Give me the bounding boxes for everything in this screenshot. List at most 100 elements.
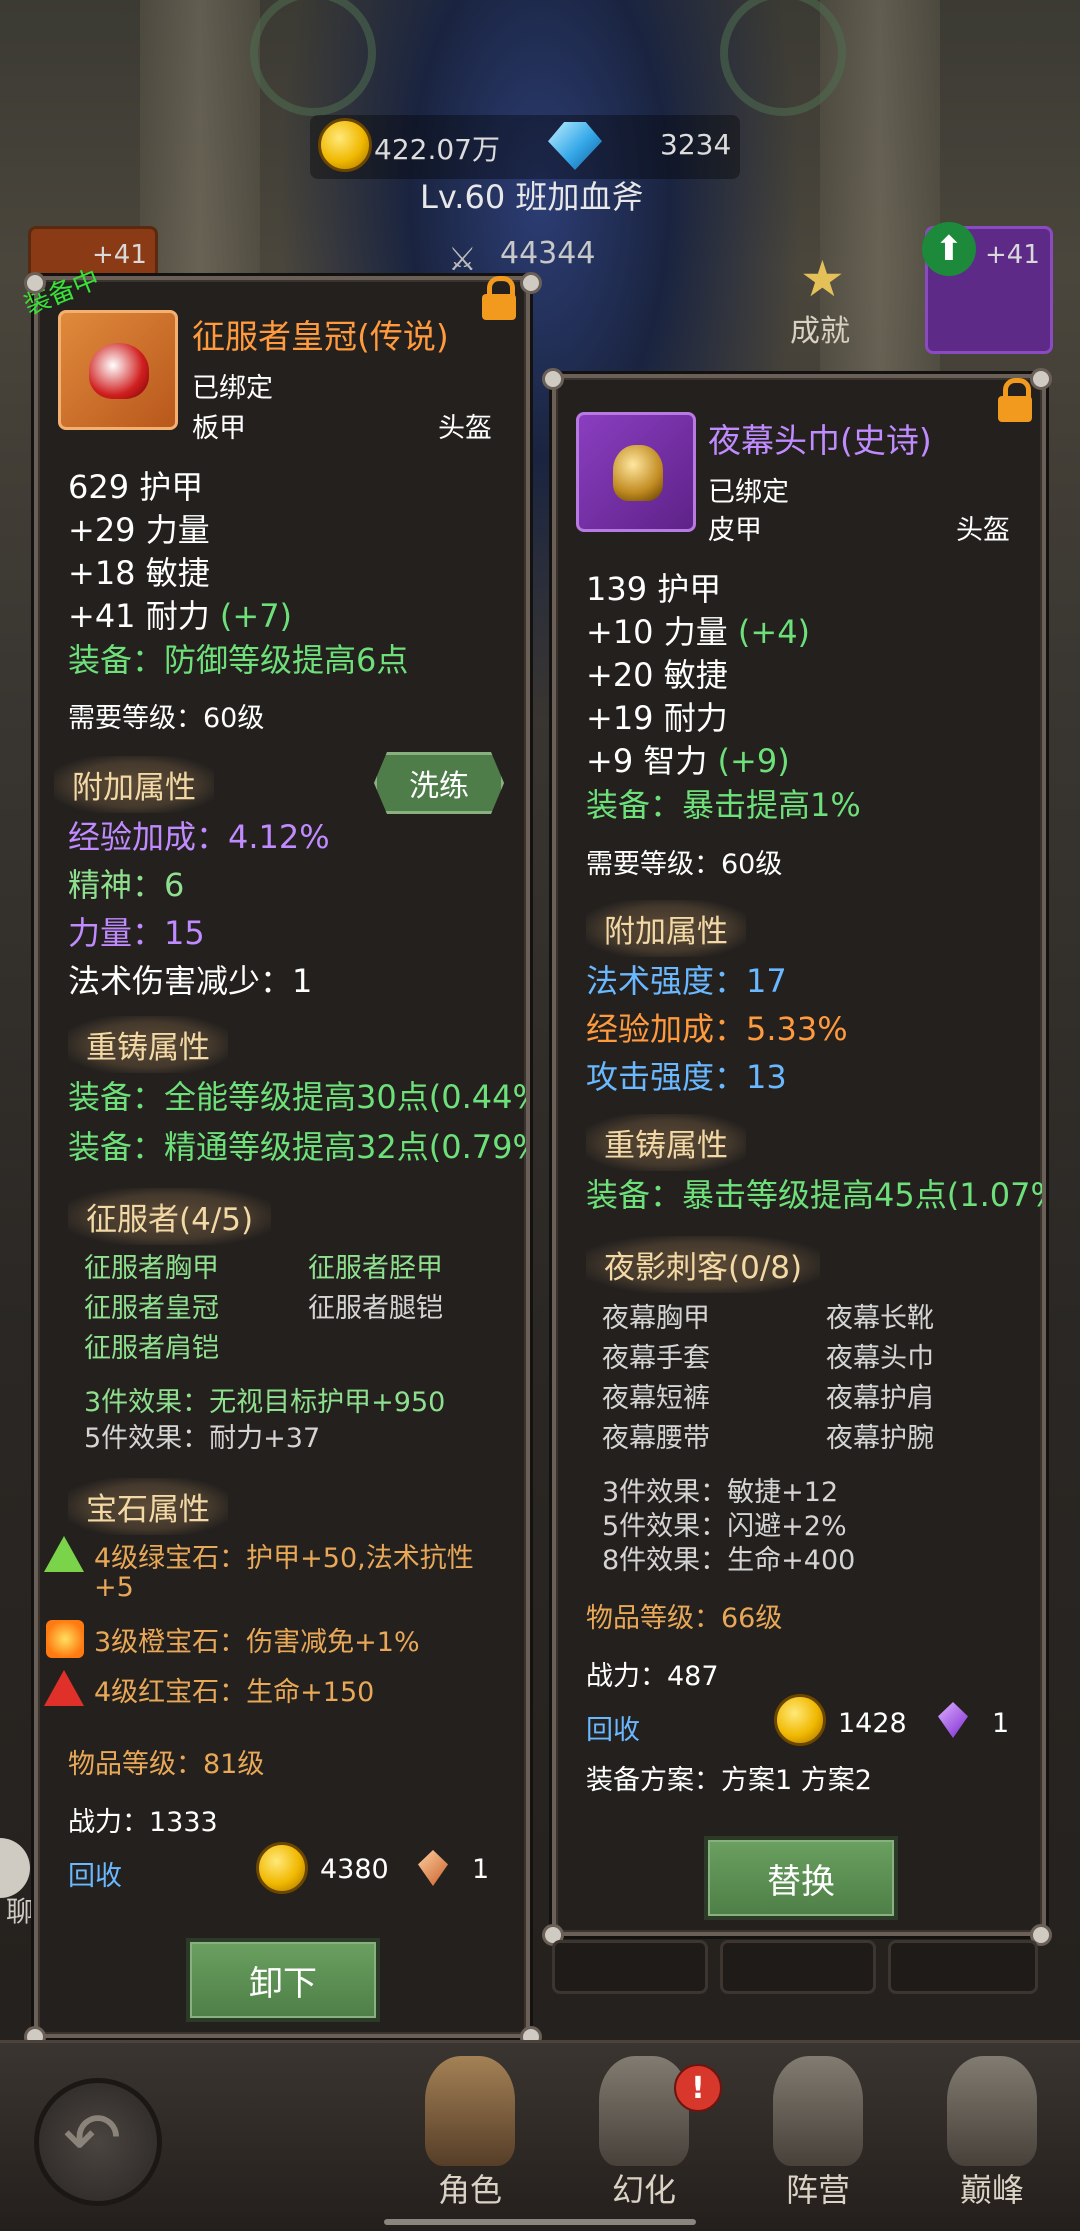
home-indicator [384, 2219, 696, 2225]
section-header-extra: 附加属性 [54, 756, 214, 813]
unequip-button[interactable]: 卸下 [186, 1938, 380, 2022]
item-name: 征服者皇冠(传说) [192, 317, 449, 356]
stat-line: +9 智力 (+9) [586, 742, 790, 780]
panel-corner [542, 368, 564, 390]
recycle-gold: 4380 [320, 1854, 389, 1885]
nav-peak[interactable]: 巅峰 [912, 2040, 1072, 2228]
green-gem-icon [44, 1536, 84, 1572]
recycle-button[interactable]: 回收 [68, 1854, 122, 1893]
compare-item-panel: 夜幕头巾(史诗) 已绑定 皮甲 头盔 139 护甲 +10 力量 (+4) +2… [552, 374, 1046, 1936]
nav-faction[interactable]: 阵营 [738, 2040, 898, 2228]
slot-enhance-level: +41 [985, 240, 1040, 270]
gold-amount: 422.07万 [374, 133, 500, 166]
nav-label: 巅峰 [959, 2171, 1024, 2209]
section-header-gem: 宝石属性 [68, 1478, 228, 1535]
achievement-button[interactable]: 成就 [790, 306, 850, 350]
section-header-extra: 附加属性 [586, 900, 746, 957]
slot-enhance-level: +41 [92, 240, 147, 270]
extra-attr: 法术伤害减少：1 [68, 962, 313, 1000]
gold-coin-icon [256, 1842, 308, 1894]
stat-line: +19 耐力 [586, 699, 728, 737]
extra-attr: 攻击强度：13 [586, 1058, 787, 1096]
panel-corner [24, 272, 46, 294]
achievement-star-icon: ★ [800, 250, 845, 308]
panel-corner [520, 272, 542, 294]
set-item: 征服者肩铠 [84, 1333, 219, 1364]
set-bonus: 3件效果：无视目标护甲+950 [84, 1387, 446, 1418]
extra-attr: 经验加成：5.33% [586, 1010, 848, 1048]
reforge-attr: 装备：精通等级提高32点(0.79% [68, 1128, 530, 1166]
item-power: 战力：1333 [68, 1807, 218, 1838]
reforge-attr: 装备：暴击等级提高45点(1.07% [586, 1176, 1046, 1214]
lock-icon[interactable] [482, 276, 516, 320]
item-name: 夜幕头巾(史诗) [708, 421, 932, 460]
set-item: 夜幕护腕 [826, 1423, 934, 1454]
stat-line: +18 敏捷 [68, 554, 210, 592]
refine-button[interactable]: 洗练 [374, 752, 504, 814]
set-bonus: 5件效果：耐力+37 [84, 1423, 321, 1454]
crown-icon [89, 343, 149, 399]
winged-emblem-icon [947, 2056, 1037, 2166]
equipment-slot[interactable] [552, 1940, 708, 1994]
nav-label: 幻化 [611, 2171, 676, 2209]
replace-button[interactable]: 替换 [704, 1836, 898, 1920]
stat-line: +20 敏捷 [586, 656, 728, 694]
set-item: 征服者皇冠 [84, 1293, 219, 1324]
section-header-reforge: 重铸属性 [68, 1016, 228, 1073]
item-power: 战力：487 [586, 1661, 719, 1692]
bound-status: 已绑定 [192, 373, 273, 404]
stat-line: +29 力量 [68, 511, 210, 549]
diamond-amount: 3234 [660, 128, 732, 161]
helmet-icon [613, 445, 663, 501]
section-header-reforge: 重铸属性 [586, 1114, 746, 1171]
lock-icon[interactable] [998, 378, 1032, 422]
stat-line: 139 护甲 [586, 570, 722, 608]
item-level: 物品等级：81级 [68, 1749, 265, 1780]
panel-corner [1030, 368, 1052, 390]
extra-attr: 力量：15 [68, 914, 205, 952]
set-bonus: 8件效果：生命+400 [602, 1545, 856, 1576]
extra-attr: 经验加成：4.12% [68, 818, 330, 856]
slot-type: 头盔 [956, 515, 1010, 546]
set-item: 夜幕头巾 [826, 1343, 934, 1374]
set-item: 夜幕手套 [602, 1343, 710, 1374]
item-icon [58, 310, 178, 430]
stat-line: +41 耐力 (+7) [68, 597, 293, 635]
nav-label: 角色 [437, 2171, 502, 2209]
equip-effect: 装备：暴击提高1% [586, 786, 861, 824]
set-item: 征服者腿铠 [308, 1293, 443, 1324]
power-icon: ⚔ [448, 240, 477, 278]
extra-attr: 法术强度：17 [586, 962, 787, 1000]
set-item: 夜幕胸甲 [602, 1303, 710, 1334]
set-item: 夜幕腰带 [602, 1423, 710, 1454]
required-level: 需要等级：60级 [68, 703, 265, 734]
red-gem-icon [44, 1670, 84, 1706]
equipment-slot[interactable] [720, 1940, 876, 1994]
recycle-gold: 1428 [838, 1708, 907, 1739]
back-button[interactable]: ↶ [34, 2078, 162, 2206]
gold-coin-icon [774, 1694, 826, 1746]
equipment-slot[interactable] [888, 1940, 1038, 1994]
gem-attr: 4级红宝石：生命+150 [94, 1677, 375, 1708]
orange-crystal-icon [418, 1850, 448, 1886]
character-level-name: Lv.60 班加血斧 [420, 178, 644, 216]
section-header-set: 征服者(4/5) [68, 1188, 272, 1245]
purple-crystal-icon [938, 1702, 968, 1738]
recycle-crystal: 1 [992, 1708, 1010, 1739]
orange-gem-icon [46, 1620, 84, 1658]
gem-attr: 3级橙宝石：伤害减免+1% [94, 1627, 420, 1658]
chat-label[interactable]: 聊 [6, 1890, 34, 1930]
reforge-attr: 装备：全能等级提高30点(0.44% [68, 1078, 530, 1116]
armor-type: 皮甲 [708, 515, 762, 546]
required-level: 需要等级：60级 [586, 849, 783, 880]
item-level: 物品等级：66级 [586, 1603, 783, 1634]
slot-type: 头盔 [438, 413, 492, 444]
recycle-crystal: 1 [472, 1854, 490, 1885]
nav-label: 阵营 [785, 2171, 850, 2209]
set-item: 夜幕长靴 [826, 1303, 934, 1334]
bound-status: 已绑定 [708, 477, 789, 508]
extra-attr: 精神：6 [68, 866, 185, 904]
nav-character[interactable]: 角色 [390, 2040, 550, 2228]
banner-icon [773, 2056, 863, 2166]
recycle-button[interactable]: 回收 [586, 1708, 640, 1747]
